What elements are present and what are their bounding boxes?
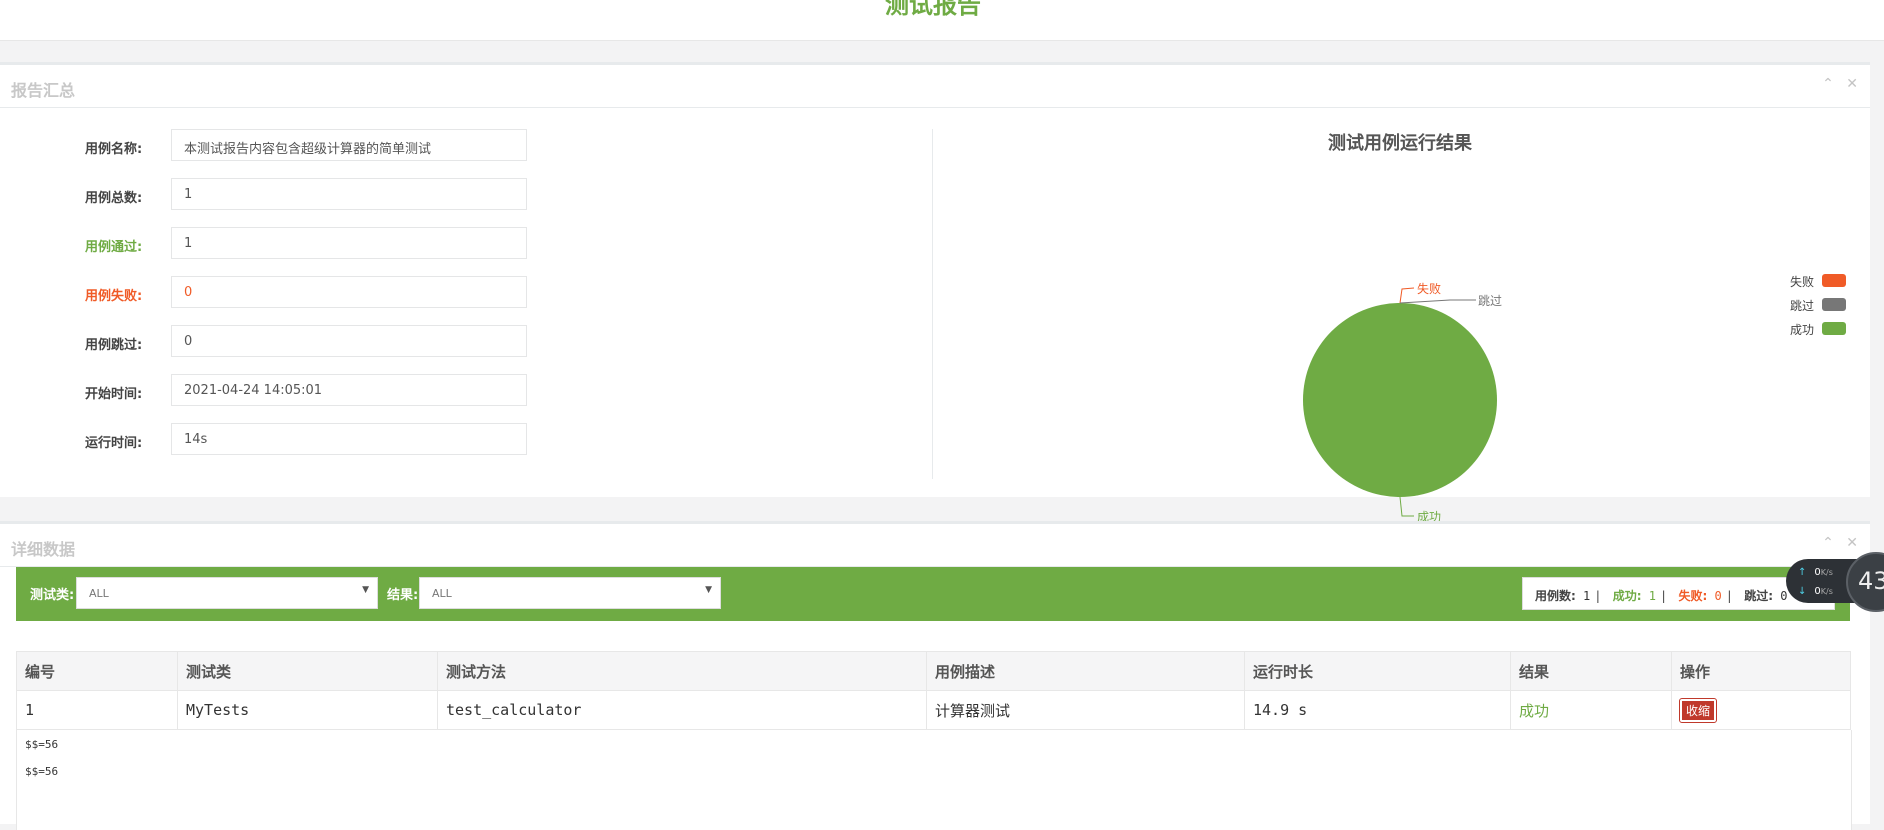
summary-field-value: 2021-04-24 14:05:01 [171, 374, 527, 406]
column-header: 运行时长 [1244, 651, 1511, 691]
summary-field-label: 用例失败: [85, 289, 143, 304]
log-output: $$=56 $$=56 [16, 730, 1852, 830]
stats-fail-value: 0 [1714, 589, 1722, 603]
legend-item[interactable]: 成功 [1790, 318, 1850, 342]
summary-field-value: 1 [171, 227, 527, 259]
detail-panel-title: 详细数据 [11, 540, 76, 559]
legend-swatch [1822, 274, 1846, 287]
legend-item[interactable]: 跳过 [1790, 294, 1850, 318]
table-body: 1 MyTests test_calculator 计算器测试 14.9 s 成功 收缩 [16, 690, 1851, 730]
cell-action: 收缩 [1671, 690, 1851, 730]
result-pie-chart: 失败跳过成功 [1303, 281, 1502, 524]
summary-field-label: 运行时间: [85, 436, 143, 451]
legend-label: 跳过 [1790, 299, 1815, 313]
summary-panel-header: 报告汇总 ⌃ ✕ [0, 65, 1870, 108]
stats-pass-label: 成功: [1612, 589, 1642, 603]
collapse-icon[interactable]: ⌃ [1822, 535, 1834, 551]
page-title: 测试报告 [885, 0, 981, 19]
result-value: ALL [432, 587, 452, 600]
summary-field-label: 用例通过: [85, 240, 143, 255]
column-header: 用例描述 [926, 651, 1245, 691]
close-icon[interactable]: ✕ [1846, 76, 1858, 92]
table-row: 1 MyTests test_calculator 计算器测试 14.9 s 成功 收缩 [16, 690, 1851, 730]
detail-panel: 详细数据 ⌃ ✕ 测试类: ALL ▼ 结果: ALL ▼ 用例数: 1 | 成功… [0, 521, 1870, 830]
stats-fail-label: 失败: [1678, 589, 1708, 603]
download-arrow-icon: ↓ [1798, 586, 1807, 597]
summary-field-label: 用例总数: [85, 191, 143, 206]
column-header: 结果 [1510, 651, 1672, 691]
test-class-value: ALL [89, 587, 109, 600]
summary-field-label: 用例跳过: [85, 338, 143, 353]
cell-description: 计算器测试 [926, 690, 1245, 730]
summary-field-value: 14s [171, 423, 527, 455]
chart-legend: 失败 跳过 成功 [1790, 270, 1850, 342]
stats-skip-label: 跳过: [1744, 589, 1774, 603]
dropdown-caret-icon: ▼ [362, 585, 369, 595]
column-header: 测试方法 [437, 651, 927, 691]
detail-panel-header: 详细数据 ⌃ ✕ [0, 524, 1870, 567]
summary-panel-title: 报告汇总 [11, 81, 76, 100]
cell-result: 成功 [1510, 690, 1672, 730]
cell-duration: 14.9 s [1244, 690, 1511, 730]
cell-class: MyTests [177, 690, 438, 730]
upload-arrow-icon: ↑ [1798, 567, 1807, 578]
results-table: 编号 测试类 测试方法 用例描述 运行时长 结果 操作 1 MyTests test_calcu… [16, 651, 1851, 730]
legend-item[interactable]: 失败 [1790, 270, 1850, 294]
panel-divider [932, 129, 933, 479]
chart-title: 测试用例运行结果 [1328, 133, 1472, 154]
table-header-row: 编号 测试类 测试方法 用例描述 运行时长 结果 操作 [16, 651, 1851, 691]
pie-slice-label: 跳过 [1478, 294, 1502, 308]
summary-field-value: 1 [171, 178, 527, 210]
collapse-icon[interactable]: ⌃ [1822, 76, 1834, 92]
collapse-button[interactable]: 收缩 [1678, 697, 1718, 723]
upload-speed: ↑ 0K/s [1798, 567, 1833, 578]
summary-field-value: 本测试报告内容包含超级计算器的简单测试 [171, 129, 527, 161]
filter-bar: 测试类: ALL ▼ 结果: ALL ▼ 用例数: 1 | 成功: 1 | 失败: … [16, 567, 1850, 621]
summary-field-label: 用例名称: [85, 142, 143, 157]
log-line: $$=56 [25, 765, 59, 778]
test-class-label: 测试类: [30, 588, 75, 603]
pie-leader-line [1399, 299, 1476, 304]
legend-swatch [1822, 322, 1846, 335]
close-icon[interactable]: ✕ [1846, 535, 1858, 551]
stats-pass-value: 1 [1648, 589, 1657, 603]
test-class-select[interactable]: ALL ▼ [76, 577, 378, 609]
column-header: 操作 [1671, 651, 1851, 691]
pie-slice[interactable] [1303, 303, 1497, 497]
legend-label: 失败 [1790, 275, 1815, 289]
stats-skip-value: 0 [1780, 589, 1788, 603]
pie-leader-line [1399, 287, 1415, 304]
result-label: 结果: [387, 588, 419, 603]
stats-total-value: 1 [1583, 589, 1591, 603]
column-header: 编号 [16, 651, 178, 691]
result-select[interactable]: ALL ▼ [419, 577, 721, 609]
summary-panel: 报告汇总 ⌃ ✕ 用例名称: 本测试报告内容包含超级计算器的简单测试用例总数: 1 用… [0, 62, 1870, 524]
download-speed: ↓ 0K/s [1798, 586, 1833, 597]
cell-method: test_calculator [437, 690, 927, 730]
legend-label: 成功 [1790, 323, 1815, 337]
column-header: 测试类 [177, 651, 438, 691]
stats-total-label: 用例数: [1535, 589, 1576, 603]
summary-panel-tools: ⌃ ✕ [1814, 76, 1858, 92]
legend-swatch [1822, 298, 1846, 311]
summary-field-label: 开始时间: [85, 387, 143, 402]
dropdown-caret-icon: ▼ [705, 585, 712, 595]
cell-id: 1 [16, 690, 178, 730]
summary-field-value: 0 [171, 325, 527, 357]
detail-panel-tools: ⌃ ✕ [1814, 535, 1858, 551]
top-bar: 测试报告 [0, 0, 1884, 41]
log-line: $$=56 [25, 738, 59, 751]
pie-leader-line [1399, 496, 1414, 517]
summary-field-value: 0 [171, 276, 527, 308]
pie-slice-label: 失败 [1417, 281, 1441, 296]
